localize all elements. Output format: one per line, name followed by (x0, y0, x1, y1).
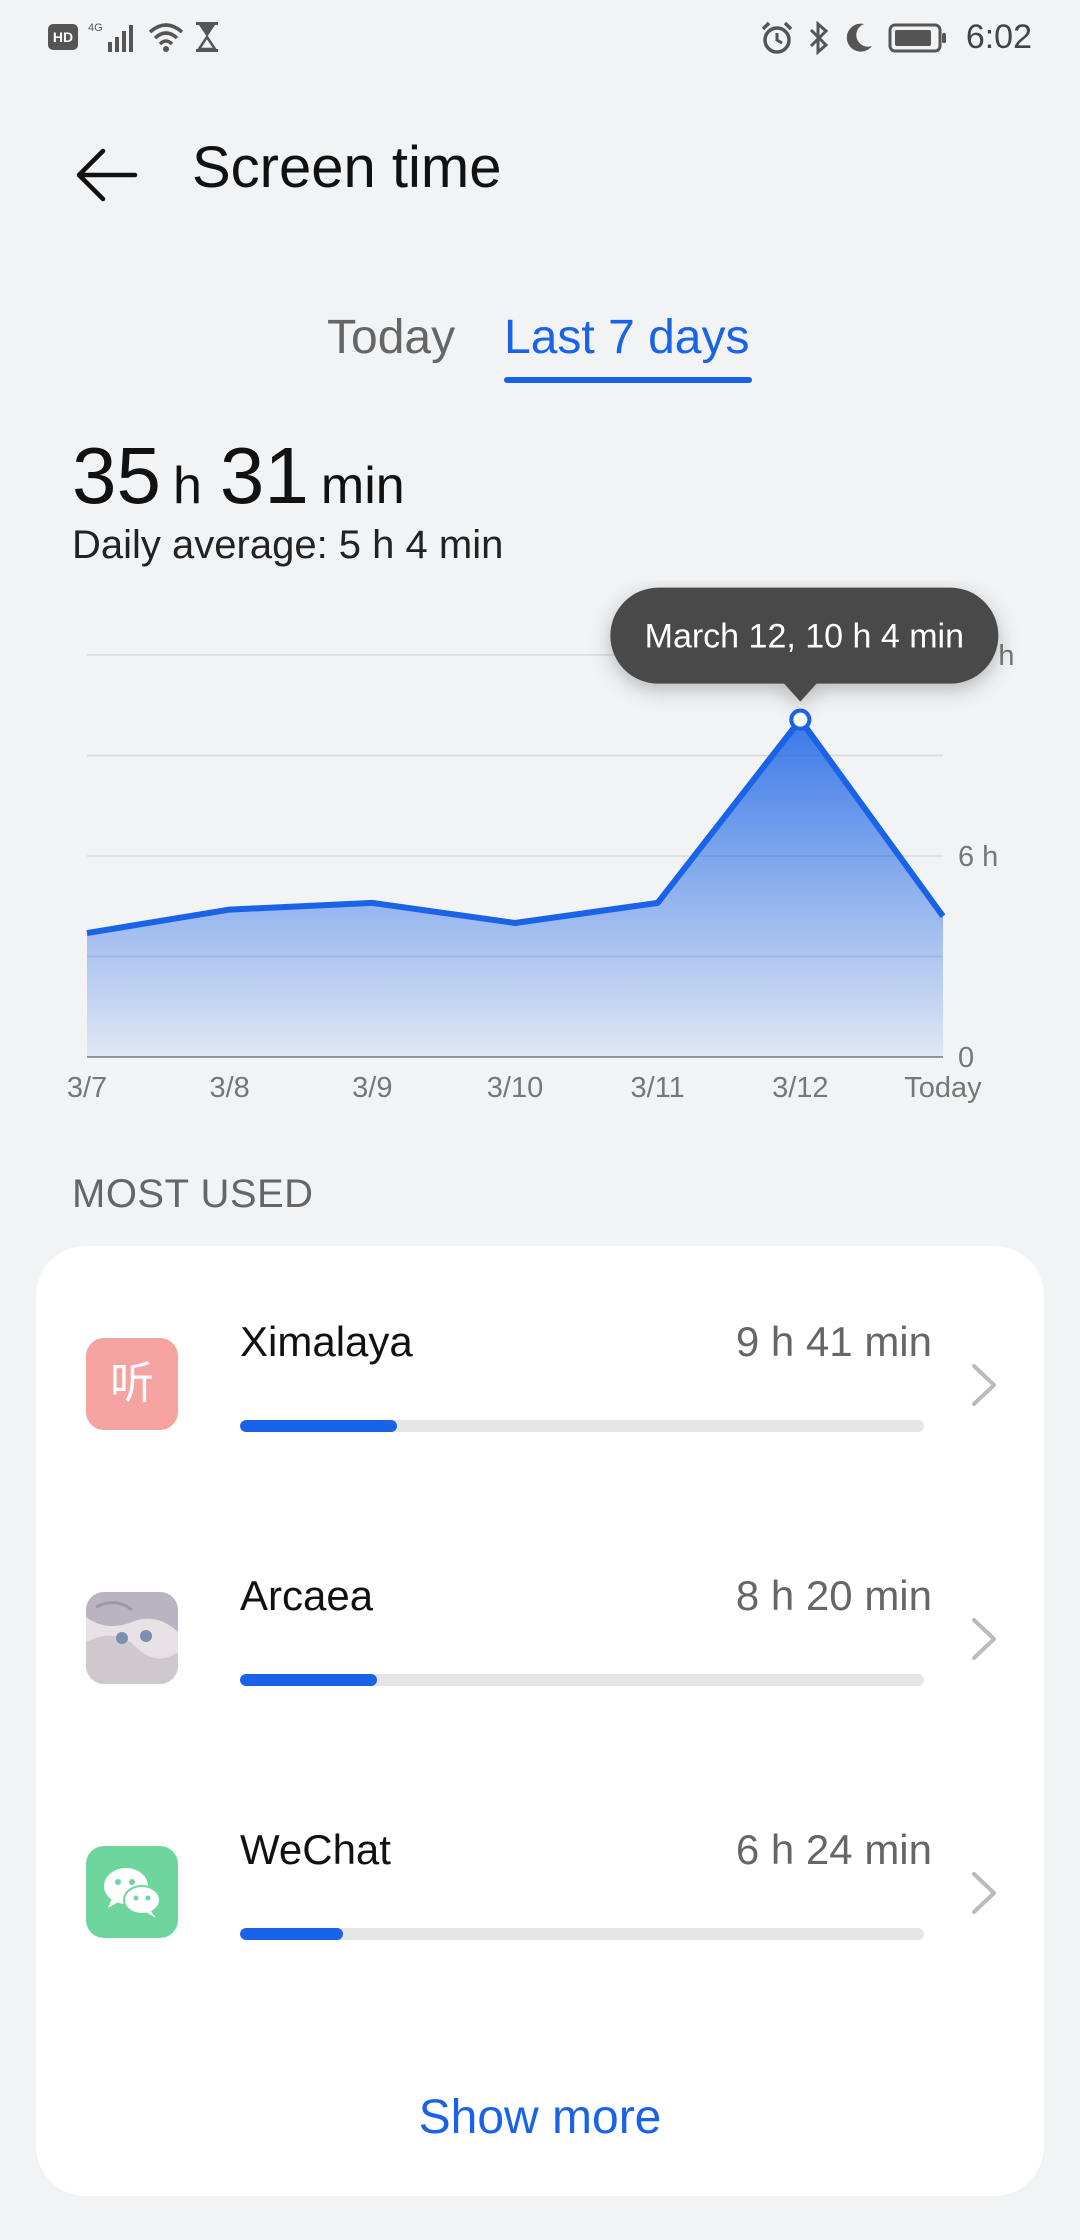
status-time: 6:02 (965, 18, 1032, 56)
x-axis-label: 3/10 (487, 1072, 543, 1104)
x-axis-label: 3/8 (210, 1072, 250, 1104)
app-name: Ximalaya (240, 1318, 413, 1365)
chevron-right-icon (972, 1872, 996, 1914)
alarm-icon (761, 21, 793, 54)
wechat-icon (86, 1846, 178, 1938)
status-left: HD 4G (48, 20, 220, 54)
app-time: 8 h 20 min (735, 1572, 932, 1619)
daily-average: Daily average: 5 h 4 min (72, 523, 504, 567)
header: Screen time (0, 110, 1080, 220)
wifi-icon (148, 23, 184, 52)
arcaea-icon (86, 1592, 178, 1684)
x-axis-label: 3/12 (772, 1072, 828, 1104)
usage-progress-bar (240, 1674, 924, 1686)
total-minutes: 31 (219, 431, 309, 520)
usage-progress-bar (240, 1928, 924, 1940)
chart-tooltip: March 12, 10 h 4 min (610, 587, 999, 702)
arrow-left-icon (76, 148, 138, 202)
usage-progress-fill (240, 1420, 398, 1432)
y-axis-label: 0 (958, 1042, 974, 1074)
x-axis-label: 3/9 (352, 1072, 392, 1104)
ximalaya-icon: 听 (86, 1338, 178, 1430)
app-row-ximalaya[interactable]: 听 Ximalaya 9 h 41 min (36, 1246, 1044, 1466)
network-type-label: 4G (88, 22, 103, 34)
chart-area (87, 719, 943, 1057)
moon-icon (846, 23, 872, 52)
hourglass-icon (196, 22, 218, 52)
app-time: 6 h 24 min (735, 1826, 932, 1873)
x-axis-label: 3/11 (631, 1072, 685, 1104)
tab-last-7-days[interactable]: Last 7 days (504, 310, 749, 365)
tab-bar: Today Last 7 days (0, 300, 1080, 390)
usage-chart-svg: 3/73/83/93/103/113/12Today06 h12 hMarch … (67, 587, 1014, 1104)
chart-point-highlight-top (789, 708, 812, 731)
tab-today[interactable]: Today (327, 310, 455, 365)
app-name: WeChat (240, 1826, 391, 1873)
x-axis-label: Today (904, 1072, 982, 1104)
chevron-right-icon (972, 1364, 996, 1406)
total-screen-time: 35 h 31 min (72, 430, 423, 522)
wechat-bubbles (104, 1868, 161, 1918)
ximalaya-glyph-text: 听 (110, 1358, 154, 1409)
usage-progress-bar (240, 1420, 924, 1432)
ximalaya-glyph: 听 (110, 1358, 154, 1409)
status-right: 6:02 (760, 18, 1032, 57)
chart-tooltip-text: March 12, 10 h 4 min (645, 618, 964, 656)
hd-icon: HD (48, 24, 78, 50)
most-used-card: 听 Ximalaya 9 h 41 min Arcaea 8 h 20 min … (36, 1246, 1044, 2196)
usage-chart[interactable]: 3/73/83/93/103/113/12Today06 h12 hMarch … (0, 580, 1080, 1120)
most-used-header: MOST USED (72, 1172, 314, 1216)
total-hours-unit: h (172, 457, 202, 515)
status-bar: HD 4G 6:02 (0, 0, 1080, 80)
signal-icon: 4G (88, 22, 133, 52)
chart-tooltip-tail (782, 681, 819, 702)
x-axis-label: 3/7 (67, 1072, 107, 1104)
y-axis-label: 6 h (958, 841, 998, 873)
total-hours: 35 (72, 431, 161, 520)
bluetooth-icon (809, 20, 829, 55)
app-row-wechat[interactable]: WeChat 6 h 24 min (36, 1754, 1044, 1974)
total-minutes-unit: min (320, 457, 405, 515)
app-time: 9 h 41 min (735, 1318, 932, 1365)
show-more-button[interactable]: Show more (36, 2090, 1044, 2145)
app-name: Arcaea (240, 1572, 374, 1619)
chevron-right-icon (972, 1618, 996, 1660)
tab-selected-indicator (504, 377, 752, 383)
screen-time-page: HD 4G 6:02 Screen time Today Last 7 days… (0, 0, 1080, 2240)
app-row-arcaea[interactable]: Arcaea 8 h 20 min (36, 1500, 1044, 1720)
battery-icon (888, 23, 946, 52)
usage-progress-fill (240, 1928, 343, 1940)
usage-progress-fill (240, 1674, 377, 1686)
back-button[interactable] (62, 130, 152, 220)
arcaea-artwork (86, 1592, 178, 1684)
page-title: Screen time (192, 135, 502, 200)
